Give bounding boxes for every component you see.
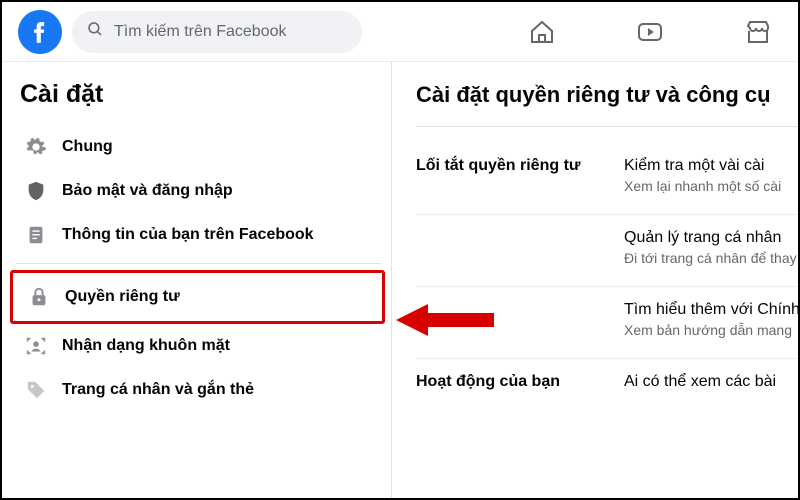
sidebar-item-label: Quyền riêng tư bbox=[65, 287, 180, 307]
activity-item-head[interactable]: Ai có thể xem các bài bbox=[624, 373, 798, 391]
privacy-section-row: Quản lý trang cá nhân Đi tới trang cá nh… bbox=[416, 215, 798, 287]
facebook-logo[interactable] bbox=[18, 10, 62, 54]
shield-icon bbox=[24, 179, 48, 203]
body: Cài đặt Chung Bảo mật và đăng nhập Thông… bbox=[2, 62, 798, 498]
tag-icon bbox=[24, 378, 48, 402]
shortcut-item-sub: Xem bản hướng dẫn mang bbox=[624, 322, 798, 338]
sidebar-item-your-info[interactable]: Thông tin của bạn trên Facebook bbox=[16, 213, 381, 257]
privacy-section-activity: Hoạt động của bạn Ai có thể xem các bài bbox=[416, 359, 798, 414]
main-panel: Cài đặt quyền riêng tư và công cụ Lối tắ… bbox=[392, 62, 798, 498]
search-input[interactable]: Tìm kiếm trên Facebook bbox=[72, 11, 362, 53]
sidebar-item-label: Bảo mật và đăng nhập bbox=[62, 181, 233, 201]
sidebar-item-privacy[interactable]: Quyền riêng tư bbox=[10, 270, 385, 324]
shortcut-item-sub: Xem lại nhanh một số cài bbox=[624, 178, 798, 194]
sidebar-item-general[interactable]: Chung bbox=[16, 125, 381, 169]
search-placeholder: Tìm kiếm trên Facebook bbox=[114, 23, 287, 41]
section-label: Lối tắt quyền riêng tư bbox=[416, 157, 606, 194]
main-divider bbox=[416, 126, 798, 127]
sidebar-item-label: Nhận dạng khuôn mặt bbox=[62, 336, 230, 356]
shortcut-item-sub: Đi tới trang cá nhân để thay đổi quan hệ… bbox=[624, 250, 798, 266]
sidebar-item-label: Trang cá nhân và gắn thẻ bbox=[62, 380, 254, 400]
sidebar-item-security[interactable]: Bảo mật và đăng nhập bbox=[16, 169, 381, 213]
search-icon bbox=[86, 20, 104, 43]
sidebar-title: Cài đặt bbox=[16, 80, 381, 125]
sidebar-item-profile-tagging[interactable]: Trang cá nhân và gắn thẻ bbox=[16, 368, 381, 412]
shortcut-item-head[interactable]: Quản lý trang cá nhân bbox=[624, 229, 798, 247]
sidebar-item-label: Chung bbox=[62, 137, 113, 157]
home-icon[interactable] bbox=[528, 18, 556, 46]
settings-sidebar: Cài đặt Chung Bảo mật và đăng nhập Thông… bbox=[2, 62, 392, 498]
privacy-section-shortcuts: Lối tắt quyền riêng tư Kiểm tra một vài … bbox=[416, 143, 798, 215]
lock-icon bbox=[27, 285, 51, 309]
privacy-section-row: Tìm hiểu thêm với Chính Xem bản hướng dẫ… bbox=[416, 287, 798, 359]
document-icon bbox=[24, 223, 48, 247]
top-nav bbox=[372, 18, 782, 46]
page-title: Cài đặt quyền riêng tư và công cụ bbox=[416, 82, 798, 118]
sidebar-item-face-recognition[interactable]: Nhận dạng khuôn mặt bbox=[16, 324, 381, 368]
sidebar-item-label: Thông tin của bạn trên Facebook bbox=[62, 225, 314, 245]
marketplace-icon[interactable] bbox=[744, 18, 772, 46]
shortcut-item-head[interactable]: Kiểm tra một vài cài bbox=[624, 157, 798, 175]
section-label: Hoạt động của bạn bbox=[416, 373, 606, 394]
sidebar-divider bbox=[16, 263, 381, 264]
face-recognition-icon bbox=[24, 334, 48, 358]
gear-icon bbox=[24, 135, 48, 159]
shortcut-item-head[interactable]: Tìm hiểu thêm với Chính bbox=[624, 301, 798, 319]
watch-icon[interactable] bbox=[636, 18, 664, 46]
header: Tìm kiếm trên Facebook bbox=[2, 2, 798, 62]
